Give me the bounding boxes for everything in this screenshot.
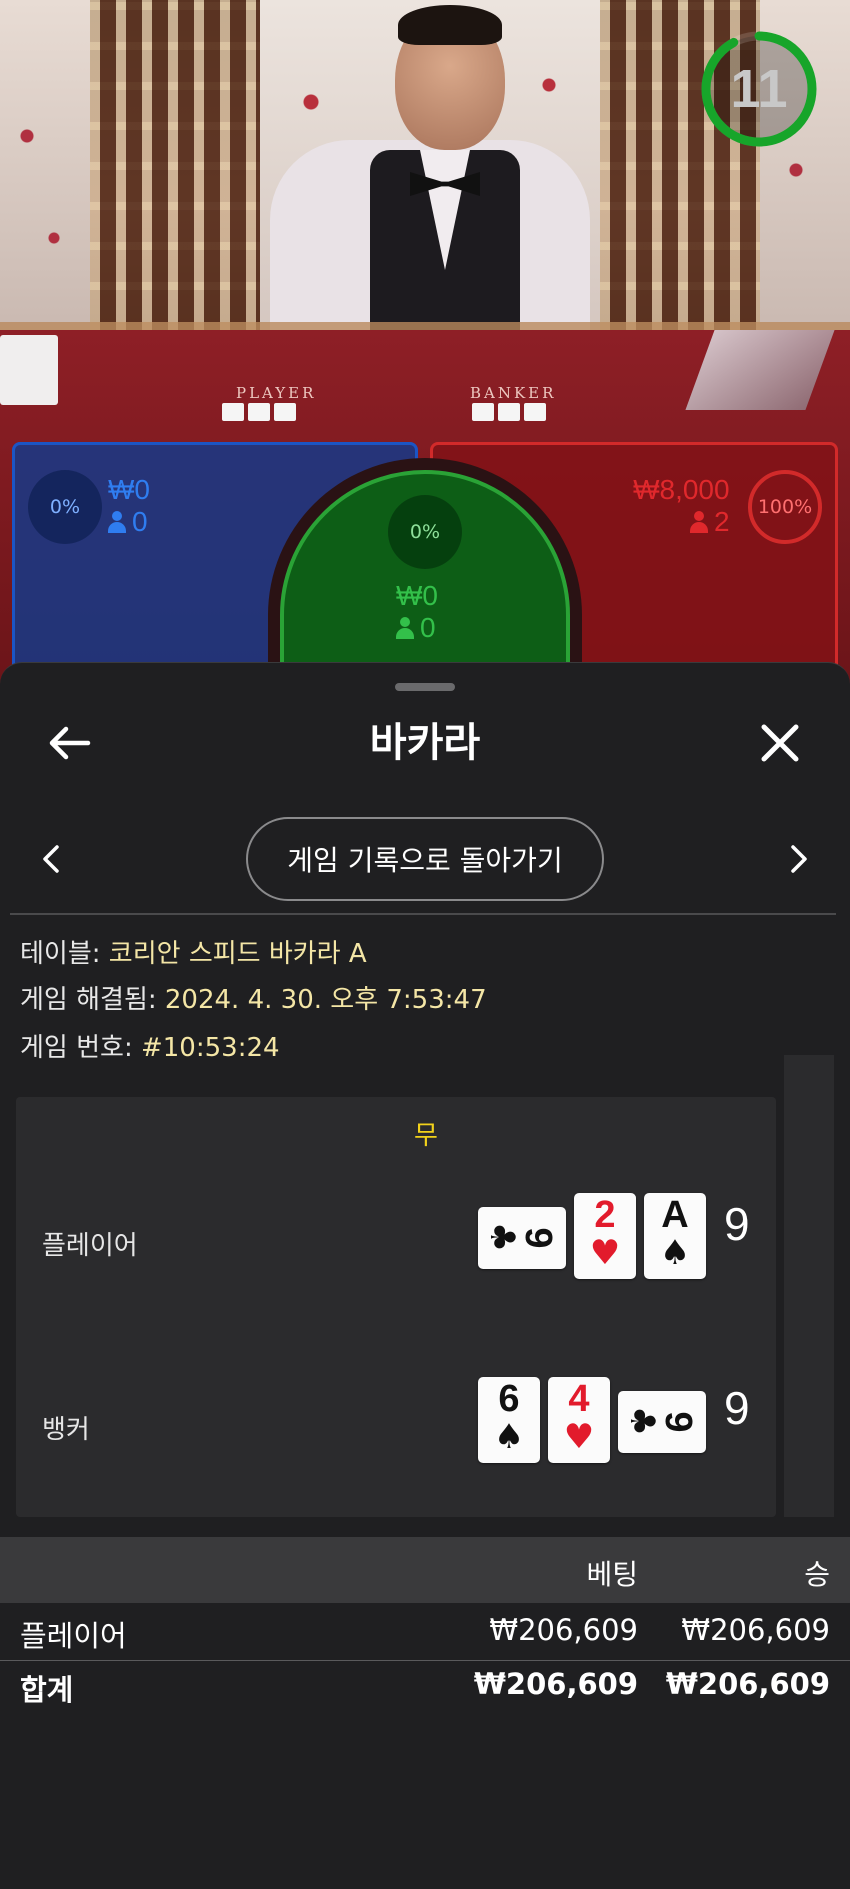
card-suit-icon: ♠ <box>493 1417 525 1457</box>
chevron-left-icon <box>43 845 59 873</box>
countdown-timer: 11 <box>700 30 818 148</box>
settled-info: 게임 해결됨: 2024. 4. 30. 오후 7:53:47 <box>20 983 487 1017</box>
player-score: 9 <box>724 1198 750 1250</box>
tie-percent: 0% <box>388 495 462 569</box>
timer-seconds: 11 <box>730 59 788 119</box>
card-rank: 2 <box>594 1194 616 1236</box>
banker-card-3: 9 ♣ <box>618 1391 706 1453</box>
banker-hand-label: 뱅커 <box>42 1415 90 1445</box>
total-label: 합계 <box>20 1673 74 1707</box>
wall-painting-left <box>0 0 90 340</box>
lattice-screen-left <box>90 0 260 330</box>
total-row: 합계 ₩206,609 ₩206,609 <box>0 1657 850 1715</box>
player-bettor-count: 0 <box>132 506 148 537</box>
game-number-label: 게임 번호: <box>20 1033 133 1063</box>
banker-percent: 100% <box>748 470 822 544</box>
banker-card-2: 4 ♥ <box>548 1377 610 1463</box>
card-suit-icon: ♣ <box>482 1221 522 1253</box>
player-card-2: 2 ♥ <box>574 1193 636 1279</box>
bet-row-name: 플레이어 <box>20 1619 127 1653</box>
round-outcome: 무 <box>414 1121 438 1151</box>
banker-card-1: 6 ♠ <box>478 1377 540 1463</box>
sheet-title: 바카라 <box>369 720 481 766</box>
total-win: ₩206,609 <box>665 1667 830 1701</box>
card-suit-icon: ♥ <box>589 1233 621 1273</box>
game-number-value: #10:53:24 <box>140 1033 280 1063</box>
user-icon <box>690 511 708 533</box>
win-column-header: 승 <box>804 1558 830 1591</box>
banker-score: 9 <box>724 1382 750 1434</box>
bet-row-amount: ₩206,609 <box>489 1613 638 1647</box>
card-rank: 9 <box>517 1227 559 1249</box>
player-bet-amount: ₩0 <box>108 474 150 505</box>
chevron-right-icon <box>791 845 807 873</box>
card-suit-icon: ♣ <box>622 1405 662 1437</box>
player-hand-label: 플레이어 <box>42 1231 138 1261</box>
card-rank: 9 <box>657 1411 699 1433</box>
sheet-drag-handle[interactable] <box>395 683 455 691</box>
round-result-card: 무 플레이어 A ♠ 2 ♥ 9 ♣ 9 뱅커 9 ♣ 4 ♥ 6 ♠ 9 <box>16 1097 776 1517</box>
table-info-label: 테이블: <box>20 939 101 969</box>
dealer-hair <box>398 5 502 45</box>
card-rank: 6 <box>498 1378 520 1420</box>
bets-table-header: 베팅 승 <box>0 1537 850 1603</box>
divider <box>10 913 836 915</box>
tie-bettor-count: 0 <box>420 612 436 643</box>
table-info-value: 코리안 스피드 바카라 A <box>108 939 367 969</box>
settled-info-value: 2024. 4. 30. 오후 7:53:47 <box>164 985 487 1015</box>
total-bet: ₩206,609 <box>473 1667 638 1701</box>
felt-player-label: PLAYER <box>236 384 317 402</box>
felt-banker-cards <box>472 403 546 423</box>
bet-row-win: ₩206,609 <box>681 1613 830 1647</box>
next-game-button[interactable] <box>776 837 820 881</box>
player-card-1: 9 ♣ <box>478 1207 566 1269</box>
banker-bet-stats: ₩8,000 2 <box>612 474 730 538</box>
back-to-history-button[interactable]: 게임 기록으로 돌아가기 <box>246 817 604 901</box>
banker-bet-amount: ₩8,000 <box>633 474 730 505</box>
player-percent: 0% <box>28 470 102 544</box>
card-deck <box>0 335 58 405</box>
tie-bet-amount: ₩0 <box>396 580 438 611</box>
player-bet-stats: ₩0 0 <box>108 474 150 538</box>
table-info: 테이블: 코리안 스피드 바카라 A <box>20 937 367 971</box>
tie-bet-stats: ₩0 0 <box>396 580 438 644</box>
player-card-3: A ♠ <box>644 1193 706 1279</box>
card-suit-icon: ♠ <box>659 1233 691 1273</box>
user-icon <box>396 617 414 639</box>
card-suit-icon: ♥ <box>563 1417 595 1457</box>
game-history-sheet: 바카라 게임 기록으로 돌아가기 테이블: 코리안 스피드 바카라 A 게임 해… <box>0 662 850 1889</box>
previous-game-button[interactable] <box>30 837 74 881</box>
close-icon <box>761 724 799 762</box>
game-navigation: 게임 기록으로 돌아가기 <box>0 817 850 901</box>
bet-column-header: 베팅 <box>586 1558 638 1591</box>
card-rank: A <box>661 1194 689 1236</box>
close-button[interactable] <box>752 715 808 771</box>
settled-info-label: 게임 해결됨: <box>20 985 157 1015</box>
game-number-info: 게임 번호: #10:53:24 <box>20 1031 280 1065</box>
card-rank: 4 <box>568 1378 590 1420</box>
banker-bettor-count: 2 <box>714 506 730 537</box>
table-row: 플레이어 ₩206,609 ₩206,609 <box>0 1603 850 1661</box>
felt-player-cards <box>222 403 296 423</box>
felt-banker-label: BANKER <box>470 384 557 402</box>
user-icon <box>108 511 126 533</box>
